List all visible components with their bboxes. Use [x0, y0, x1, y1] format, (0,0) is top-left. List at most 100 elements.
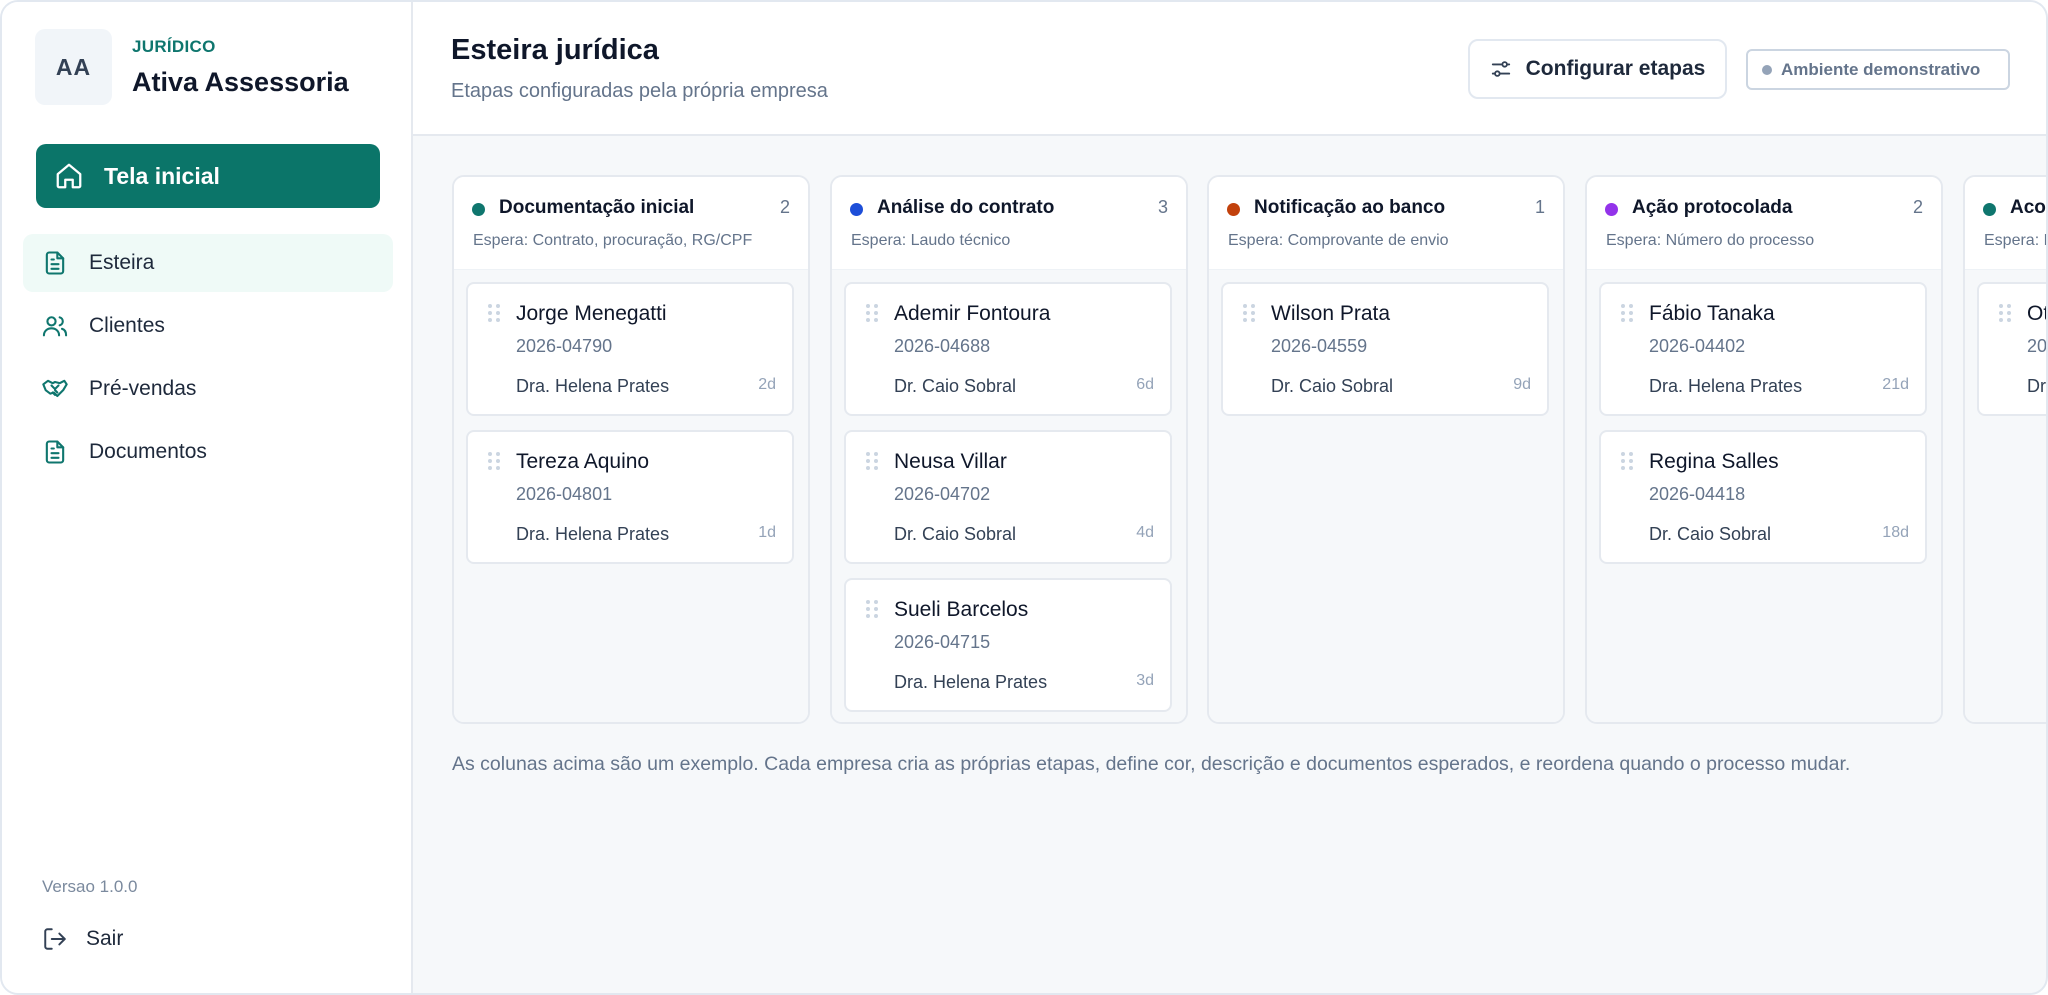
stage-title: Notificação ao banco — [1254, 197, 1446, 218]
case-age: 1d — [758, 524, 776, 541]
case-card[interactable]: Wilson Prata 2026-04559 Dr. Caio Sobral 9d — [1221, 282, 1549, 416]
case-age: 9d — [1513, 376, 1531, 393]
stage-color-dot-icon — [1605, 203, 1618, 216]
sidebar-item-documentos[interactable]: Documentos — [23, 423, 393, 481]
client-name: Sueli Barcelos — [894, 598, 1029, 621]
drag-handle-icon[interactable] — [866, 304, 878, 322]
case-number: 2026-04559 — [1271, 336, 1368, 356]
sidebar-item-pre-vendas[interactable]: Pré-vendas — [23, 360, 393, 418]
logout-button[interactable]: Sair — [42, 926, 123, 952]
stage-header: Notificação ao banco 1 Espera: Comprovante… — [1209, 177, 1563, 270]
stage-color-dot-icon — [1983, 203, 1996, 216]
brand-text: JURÍDICO Ativa Assessoria — [132, 37, 349, 98]
sidebar-item-clientes[interactable]: Clientes — [23, 297, 393, 355]
home-button-label: Tela inicial — [104, 162, 220, 189]
case-number: 2026-04402 — [1649, 336, 1746, 356]
stage-title: Análise do contrato — [877, 197, 1055, 218]
document-icon — [41, 438, 69, 466]
app-version: Versao 1.0.0 — [42, 877, 138, 896]
drag-handle-icon[interactable] — [866, 600, 878, 618]
brand-kicker: JURÍDICO — [132, 36, 216, 56]
responsible-lawyer: Dra. Helena Prates — [516, 524, 670, 544]
brand: AA JURÍDICO Ativa Assessoria — [35, 29, 349, 105]
stage-count-badge: 3 — [1157, 197, 1168, 217]
drag-handle-icon[interactable] — [1999, 304, 2011, 322]
page-title: Esteira jurídica — [451, 34, 659, 66]
stage-count-badge: 2 — [1912, 197, 1923, 217]
drag-handle-icon[interactable] — [866, 452, 878, 470]
stage-card-list: Fábio Tanaka 2026-04402 Dra. Helena Prates… — [1587, 270, 1941, 722]
stage-color-dot-icon — [472, 203, 485, 216]
stage-column: Documentação inicial 2 Espera: Contrato, p… — [452, 175, 810, 724]
page-header: Esteira jurídica Etapas configuradas pel… — [413, 2, 2046, 136]
case-card[interactable]: Sueli Barcelos 2026-04715 Dra. Helena Prat… — [844, 578, 1172, 712]
configure-stages-button[interactable]: Configurar etapas — [1468, 39, 1727, 99]
drag-handle-icon[interactable] — [1621, 452, 1633, 470]
stage-count-badge: 1 — [1534, 197, 1545, 217]
document-icon — [41, 249, 69, 277]
configure-stages-label: Configurar etapas — [1525, 57, 1706, 80]
case-number: 2026-04715 — [894, 632, 991, 652]
stage-card-list: Jorge Menegatti 2026-04790 Dra. Helena Pra… — [454, 270, 808, 722]
stage-card-list: Ademir Fontoura 2026-04688 Dr. Caio Sobral… — [832, 270, 1186, 722]
stage-card-list: Ot 20 Dra — [1965, 270, 2048, 722]
home-icon — [54, 161, 84, 191]
case-age: 2d — [758, 376, 776, 393]
sidebar-nav: Esteira Clientes Pré-vendas Documentos — [23, 234, 393, 486]
client-name: Tereza Aquino — [516, 450, 650, 473]
stage-expected-docs: Espera: N — [1984, 232, 2046, 249]
client-name: Ademir Fontoura — [894, 302, 1051, 325]
stage-header: Ação protocolada 2 Espera: Número do proce… — [1587, 177, 1941, 270]
sidebar-item-esteira[interactable]: Esteira — [23, 234, 393, 292]
client-name: Wilson Prata — [1271, 302, 1391, 325]
stage-expected-docs: Espera: Contrato, procuração, RG/CPF — [473, 232, 753, 249]
stage-color-dot-icon — [1227, 203, 1240, 216]
drag-handle-icon[interactable] — [488, 452, 500, 470]
case-age: 4d — [1136, 524, 1154, 541]
stage-column: Aco Espera: N Ot 20 Dra — [1963, 175, 2048, 724]
environment-badge-label: Ambiente demonstrativo — [1781, 59, 1981, 79]
page-subtitle: Etapas configuradas pela própria empresa — [451, 80, 828, 102]
case-card[interactable]: Fábio Tanaka 2026-04402 Dra. Helena Prates… — [1599, 282, 1927, 416]
case-number: 20 — [2027, 336, 2048, 356]
sidebar-item-label: Pré-vendas — [89, 377, 197, 400]
drag-handle-icon[interactable] — [1621, 304, 1633, 322]
case-card[interactable]: Tereza Aquino 2026-04801 Dra. Helena Prate… — [466, 430, 794, 564]
drag-handle-icon[interactable] — [488, 304, 500, 322]
client-name: Neusa Villar — [894, 450, 1007, 473]
client-name: Fábio Tanaka — [1649, 302, 1775, 325]
case-number: 2026-04702 — [894, 484, 991, 504]
stage-header: Documentação inicial 2 Espera: Contrato, p… — [454, 177, 808, 270]
stage-expected-docs: Espera: Número do processo — [1606, 232, 1815, 249]
company-avatar: AA — [35, 29, 112, 105]
environment-badge: Ambiente demonstrativo — [1746, 49, 2010, 90]
stage-count-badge: 2 — [779, 197, 790, 217]
responsible-lawyer: Dra — [2027, 376, 2046, 396]
client-name: Regina Salles — [1649, 450, 1779, 473]
sidebar-item-label: Clientes — [89, 314, 165, 337]
stage-column: Ação protocolada 2 Espera: Número do proce… — [1585, 175, 1943, 724]
home-button[interactable]: Tela inicial — [36, 144, 380, 208]
stage-header: Análise do contrato 3 Espera: Laudo técnic… — [832, 177, 1186, 270]
case-age: 21d — [1882, 376, 1909, 393]
kanban-board: Documentação inicial 2 Espera: Contrato, p… — [452, 175, 2048, 725]
drag-handle-icon[interactable] — [1243, 304, 1255, 322]
company-name: Ativa Assessoria — [132, 66, 349, 97]
case-number: 2026-04418 — [1649, 484, 1746, 504]
stage-title: Documentação inicial — [499, 197, 695, 218]
sidebar-item-label: Esteira — [89, 251, 155, 274]
case-number: 2026-04790 — [516, 336, 613, 356]
responsible-lawyer: Dr. Caio Sobral — [1649, 524, 1772, 544]
case-card[interactable]: Ademir Fontoura 2026-04688 Dr. Caio Sobral… — [844, 282, 1172, 416]
case-card[interactable]: Ot 20 Dra — [1977, 282, 2048, 416]
app-window: AA JURÍDICO Ativa Assessoria Tela inicia… — [0, 0, 2048, 995]
handshake-icon — [41, 375, 69, 403]
case-number: 2026-04688 — [894, 336, 991, 356]
case-card[interactable]: Jorge Menegatti 2026-04790 Dra. Helena Pra… — [466, 282, 794, 416]
logout-label: Sair — [86, 927, 124, 950]
responsible-lawyer: Dr. Caio Sobral — [894, 524, 1017, 544]
stage-title: Ação protocolada — [1632, 197, 1793, 218]
case-card[interactable]: Regina Salles 2026-04418 Dr. Caio Sobral 18… — [1599, 430, 1927, 564]
stage-title: Aco — [2010, 197, 2046, 218]
case-card[interactable]: Neusa Villar 2026-04702 Dr. Caio Sobral 4d — [844, 430, 1172, 564]
